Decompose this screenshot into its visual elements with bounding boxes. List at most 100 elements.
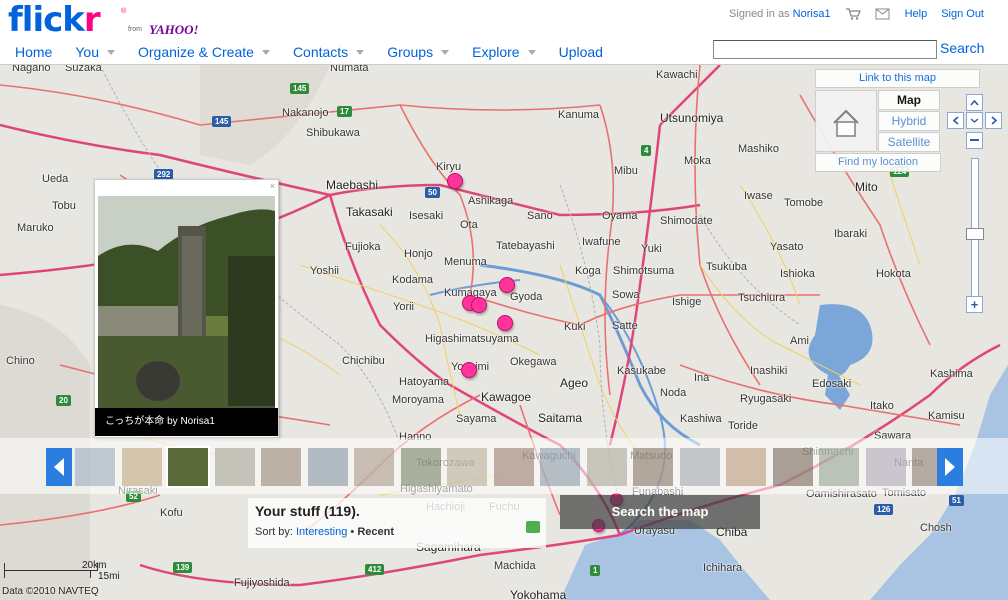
city-label: Yoshii bbox=[310, 265, 339, 277]
city-label: Satte bbox=[612, 320, 638, 332]
zoom-slider-handle[interactable] bbox=[966, 228, 984, 240]
chevron-down-icon[interactable] bbox=[356, 49, 365, 55]
nav-label: You bbox=[75, 44, 99, 60]
caption-by: by bbox=[167, 416, 178, 427]
city-label: Tatebayashi bbox=[496, 240, 555, 252]
photo-pin[interactable] bbox=[499, 277, 515, 293]
city-label: Higashimatsuyama bbox=[425, 333, 519, 345]
chevron-down-icon[interactable] bbox=[261, 49, 270, 55]
pan-up-button[interactable] bbox=[966, 94, 983, 111]
pan-center-button[interactable] bbox=[966, 112, 983, 129]
filmstrip-thumbnail[interactable] bbox=[772, 448, 813, 486]
filmstrip-thumbnail[interactable] bbox=[121, 448, 162, 486]
filmstrip-thumbnail[interactable] bbox=[726, 448, 766, 486]
nav-you[interactable]: You bbox=[60, 44, 123, 60]
photo-pin-selected[interactable] bbox=[447, 173, 463, 189]
filmstrip-thumbnail[interactable] bbox=[819, 448, 859, 486]
filmstrip-thumbnail[interactable] bbox=[865, 448, 906, 486]
city-label: Noda bbox=[660, 387, 687, 399]
filmstrip-thumbnail[interactable] bbox=[400, 448, 441, 486]
photo-title[interactable]: こっちが本命 bbox=[105, 416, 164, 427]
photo-owner-link[interactable]: Norisa1 bbox=[180, 416, 214, 427]
city-label: Chino bbox=[6, 355, 35, 367]
nav-contacts[interactable]: Contacts bbox=[278, 44, 372, 60]
photo-pin[interactable] bbox=[497, 315, 513, 331]
filmstrip-prev-button[interactable] bbox=[46, 448, 72, 486]
filmstrip-thumbnail[interactable] bbox=[261, 448, 301, 486]
filmstrip-thumbnail[interactable] bbox=[214, 448, 255, 486]
chevron-down-icon[interactable] bbox=[441, 49, 450, 55]
city-label: Kawagoe bbox=[481, 390, 532, 404]
city-label: Yuki bbox=[641, 243, 662, 255]
username-link[interactable]: Norisa1 bbox=[793, 8, 831, 20]
city-label: Tsukuba bbox=[706, 261, 747, 273]
map-view[interactable]: Nagano Suzaka Numata Kawachi Kanuma Utsunomiy… bbox=[0, 65, 1008, 600]
mail-icon[interactable] bbox=[875, 8, 891, 20]
refresh-icon[interactable] bbox=[526, 521, 540, 533]
pan-left-button[interactable] bbox=[947, 112, 964, 129]
yahoo-logo: YAHOO! bbox=[149, 22, 199, 37]
scale-bar-mi bbox=[4, 570, 91, 578]
filmstrip-thumbnail[interactable] bbox=[354, 448, 394, 486]
city-label: Oyama bbox=[602, 210, 638, 222]
search-button[interactable]: Search bbox=[940, 40, 984, 56]
city-label: Shimodate bbox=[660, 215, 713, 227]
chevron-down-icon[interactable] bbox=[106, 49, 115, 55]
photo-pin[interactable] bbox=[471, 297, 487, 313]
city-label: Inashiki bbox=[750, 365, 788, 377]
filmstrip-thumbnail[interactable] bbox=[307, 448, 348, 486]
city-label: Shimotsuma bbox=[613, 265, 675, 277]
search-input[interactable] bbox=[713, 40, 937, 59]
zoom-out-button[interactable] bbox=[966, 132, 983, 149]
popup-close-icon[interactable]: × bbox=[270, 181, 275, 191]
nav-upload[interactable]: Upload bbox=[544, 44, 611, 60]
city-label: Kofu bbox=[160, 507, 183, 519]
flickr-logo[interactable]: flickr ® from YAHOO! bbox=[8, 2, 199, 38]
pan-right-button[interactable] bbox=[985, 112, 1002, 129]
city-label: Ami bbox=[790, 335, 809, 347]
map-type-map[interactable]: Map bbox=[878, 90, 940, 110]
help-link[interactable]: Help bbox=[905, 8, 928, 20]
map-type-satellite[interactable]: Satellite bbox=[878, 132, 940, 152]
nav-explore[interactable]: Explore bbox=[457, 44, 543, 60]
filmstrip-thumbnail[interactable] bbox=[75, 448, 115, 486]
cart-icon[interactable] bbox=[845, 8, 861, 20]
route-shield: 145 bbox=[290, 83, 310, 94]
nav-organize-create[interactable]: Organize & Create bbox=[123, 44, 278, 60]
sort-recent-link[interactable]: Recent bbox=[357, 526, 394, 538]
home-button[interactable] bbox=[815, 90, 877, 152]
sign-out-link[interactable]: Sign Out bbox=[941, 8, 984, 20]
city-label: Kasukabe bbox=[617, 365, 666, 377]
route-shield: 50 bbox=[425, 187, 440, 198]
nav-label: Contacts bbox=[292, 44, 349, 60]
find-my-location[interactable]: Find my location bbox=[815, 153, 941, 172]
nav-home[interactable]: Home bbox=[0, 44, 60, 60]
city-label: Shibukawa bbox=[306, 127, 360, 139]
filmstrip-thumbnail[interactable] bbox=[447, 448, 487, 486]
filmstrip-thumbnail[interactable] bbox=[540, 448, 580, 486]
city-label: Hatoyama bbox=[399, 376, 450, 388]
popup-photo[interactable] bbox=[98, 196, 275, 408]
route-shield: 4 bbox=[641, 145, 652, 156]
city-label: Kodama bbox=[392, 274, 433, 286]
filmstrip-thumbnail[interactable] bbox=[586, 448, 627, 486]
nav-label: Upload bbox=[558, 44, 603, 60]
filmstrip-next-button[interactable] bbox=[937, 448, 963, 486]
filmstrip-thumbnail[interactable] bbox=[633, 448, 673, 486]
sort-interesting-link[interactable]: Interesting bbox=[296, 526, 347, 538]
city-label: Kanuma bbox=[558, 109, 599, 121]
nav-groups[interactable]: Groups bbox=[372, 44, 457, 60]
chevron-down-icon[interactable] bbox=[527, 49, 536, 55]
zoom-in-button[interactable]: + bbox=[966, 296, 983, 313]
filmstrip-thumbnail[interactable] bbox=[166, 446, 210, 488]
logo-from: from bbox=[128, 26, 142, 33]
city-label: Menuma bbox=[444, 256, 487, 268]
link-to-map[interactable]: Link to this map bbox=[815, 69, 980, 88]
map-type-hybrid[interactable]: Hybrid bbox=[878, 111, 940, 131]
city-label: Ina bbox=[694, 372, 710, 384]
search-the-map-button[interactable]: Search the map bbox=[560, 495, 760, 529]
photo-pin[interactable] bbox=[461, 362, 477, 378]
filmstrip-thumbnail[interactable] bbox=[493, 448, 534, 486]
city-label: Utsunomiya bbox=[660, 111, 724, 125]
filmstrip-thumbnail[interactable] bbox=[679, 448, 720, 486]
